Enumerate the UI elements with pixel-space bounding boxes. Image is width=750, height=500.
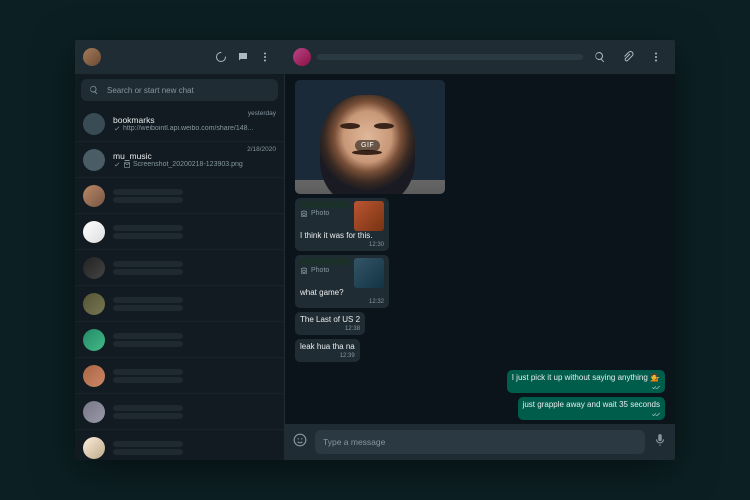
chat-item[interactable]	[75, 214, 284, 250]
chat-preview: http://weibointl.api.weibo.com/share/148…	[113, 125, 276, 133]
mic-icon[interactable]	[653, 433, 667, 452]
message-time	[650, 410, 660, 418]
chat-item[interactable]	[75, 430, 284, 460]
photo-label: Photo	[300, 267, 350, 276]
incoming-message[interactable]: Photo what game? 12:32	[295, 255, 389, 308]
sidebar: bookmarks http://weibointl.api.weibo.com…	[75, 40, 285, 460]
incoming-message[interactable]: The Last of US 2 12:38	[295, 312, 365, 335]
chat-item-bookmarks[interactable]: bookmarks http://weibointl.api.weibo.com…	[75, 106, 284, 142]
message-text: I just pick it up without saying anythin…	[512, 373, 660, 383]
photo-thumb[interactable]	[354, 258, 384, 288]
chat-item[interactable]	[75, 322, 284, 358]
gif-message[interactable]: GIF GIPHY 12:30	[295, 80, 445, 194]
outgoing-message[interactable]: I just pick it up without saying anythin…	[507, 370, 665, 393]
chat-item[interactable]	[75, 394, 284, 430]
composer	[285, 424, 675, 460]
message-text: what game?	[300, 288, 384, 298]
photo-thumb[interactable]	[354, 201, 384, 231]
avatar	[83, 113, 105, 135]
chat-header	[285, 40, 675, 74]
avatar	[83, 149, 105, 171]
chat-name	[317, 54, 583, 60]
chat-item[interactable]	[75, 250, 284, 286]
sidebar-header	[75, 40, 284, 74]
message-input[interactable]	[323, 437, 637, 447]
chat-item-music[interactable]: mu_music Screenshot_20200218-123903.png …	[75, 142, 284, 178]
incoming-message[interactable]: Photo I think it was for this. 12:30	[295, 198, 389, 251]
chat-avatar[interactable]	[293, 48, 311, 66]
search-box[interactable]	[81, 79, 278, 101]
message-time: 12:39	[340, 353, 355, 361]
user-avatar[interactable]	[83, 48, 101, 66]
search-input[interactable]	[99, 86, 270, 95]
chat-item[interactable]	[75, 286, 284, 322]
messages[interactable]: GIF GIPHY 12:30 Photo I think it was for…	[285, 74, 675, 424]
menu-icon[interactable]	[254, 46, 276, 68]
emoji-icon[interactable]	[293, 433, 307, 452]
attach-icon[interactable]	[617, 46, 639, 68]
message-time	[650, 383, 660, 391]
chat-menu-icon[interactable]	[645, 46, 667, 68]
outgoing-message[interactable]: just grapple away and wait 35 seconds	[518, 397, 665, 420]
message-text: I think it was for this.	[300, 231, 384, 241]
sender-name	[300, 201, 350, 208]
search-icon	[89, 85, 99, 95]
new-chat-icon[interactable]	[232, 46, 254, 68]
message-time: 12:32	[369, 299, 384, 307]
search-chat-icon[interactable]	[589, 46, 611, 68]
chat-panel: GIF GIPHY 12:30 Photo I think it was for…	[285, 40, 675, 460]
message-text: The Last of US 2	[300, 315, 360, 325]
chat-time: 2/18/2020	[247, 146, 276, 153]
status-icon[interactable]	[210, 46, 232, 68]
message-time: 12:30	[369, 242, 384, 250]
chat-item[interactable]	[75, 178, 284, 214]
delivered-icon	[652, 410, 660, 418]
chat-preview: Screenshot_20200218-123903.png	[113, 161, 276, 169]
gif-image: GIF GIPHY 12:30	[295, 80, 445, 194]
sender-name	[300, 258, 350, 265]
incoming-message[interactable]: leak hua tha na 12:39	[295, 339, 360, 362]
gif-badge: GIF	[355, 140, 380, 151]
chat-time: yesterday	[248, 110, 276, 117]
message-time: 12:38	[345, 326, 360, 334]
chat-list[interactable]: bookmarks http://weibointl.api.weibo.com…	[75, 106, 284, 460]
chat-item[interactable]	[75, 358, 284, 394]
compose-box[interactable]	[315, 430, 645, 454]
message-text: leak hua tha na	[300, 342, 355, 352]
photo-label: Photo	[300, 210, 350, 219]
message-text: just grapple away and wait 35 seconds	[523, 400, 660, 410]
delivered-icon	[652, 383, 660, 391]
app-window: bookmarks http://weibointl.api.weibo.com…	[75, 40, 675, 460]
search-row	[75, 74, 284, 106]
